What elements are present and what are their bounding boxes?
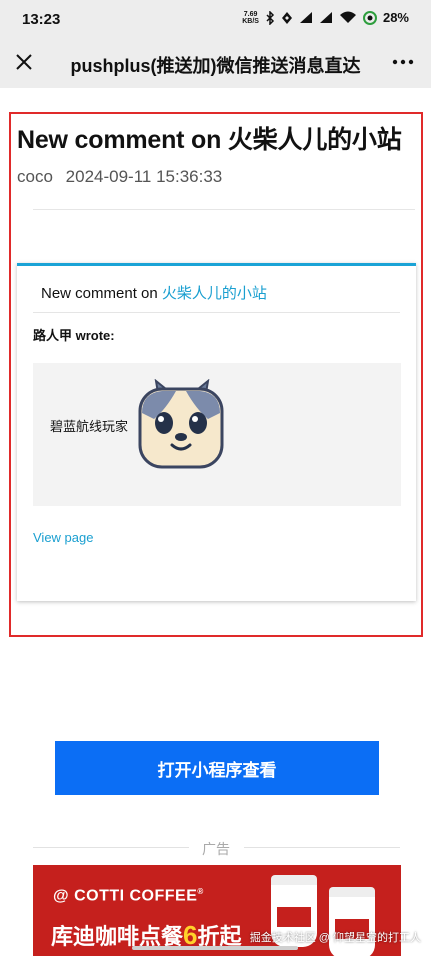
open-mini-program-button[interactable]: 打开小程序查看 — [55, 741, 379, 795]
bluetooth-icon — [266, 10, 275, 25]
message-author: coco — [17, 167, 53, 186]
nfc-icon — [281, 11, 292, 24]
coffee-cup-icon — [329, 887, 375, 956]
card-divider — [33, 312, 400, 313]
nav-title: pushplus(推送加)微信推送消息直达 — [70, 56, 361, 76]
view-page-link[interactable]: View page — [33, 530, 93, 545]
mascot-sticker-icon — [138, 379, 224, 469]
status-bar: 13:23 7.69 KB/S 28% — [0, 0, 431, 38]
status-time: 13:23 — [22, 11, 61, 28]
network-speed: 7.69 KB/S — [242, 11, 259, 25]
ad-brand-symbol: @ — [53, 887, 70, 905]
ad-divider-left — [33, 847, 189, 848]
site-link[interactable]: 火柴人儿的小站 — [162, 285, 267, 302]
home-indicator — [132, 946, 298, 950]
status-icons: 7.69 KB/S 28% — [242, 10, 409, 25]
meta-divider — [33, 209, 415, 210]
card-heading: New comment on 火柴人儿的小站 — [41, 282, 267, 303]
ad-brand-name: COTTI COFFEE — [74, 887, 198, 905]
nav-bar: pushplus(推送加)微信推送消息直达 — [0, 38, 431, 88]
comment-box: 碧蓝航线玩家 — [33, 363, 401, 506]
watermark: 掘金技术社区 @ 仰望星空的打工人 — [249, 932, 421, 944]
message-title: New comment on 火柴人儿的小站 — [17, 126, 402, 154]
close-icon[interactable] — [12, 50, 36, 74]
wifi-icon — [339, 11, 356, 23]
more-icon[interactable] — [391, 50, 415, 74]
message-datetime: 2024-09-11 15:36:33 — [65, 167, 223, 186]
network-speed-value: 7.69 — [243, 10, 258, 18]
comment-card: New comment on 火柴人儿的小站 路人甲 wrote: 碧蓝航线玩家… — [17, 263, 416, 601]
message-meta: coco 2024-09-11 15:36:33 — [17, 167, 222, 187]
signal-icon-1 — [299, 12, 312, 23]
network-speed-unit: KB/S — [242, 17, 259, 25]
signal-icon-2 — [319, 12, 332, 23]
comment-text: 碧蓝航线玩家 — [50, 419, 129, 434]
comment-author-line: 路人甲 wrote: — [33, 328, 115, 343]
ad-brand: @ COTTI COFFEE® — [53, 887, 204, 905]
ad-label: 广告 — [202, 841, 230, 857]
battery-saver-icon — [362, 10, 377, 25]
card-heading-prefix: New comment on — [41, 285, 158, 302]
ad-brand-reg: ® — [197, 887, 204, 896]
ad-divider-right — [244, 847, 400, 848]
battery-level: 28% — [382, 10, 409, 25]
